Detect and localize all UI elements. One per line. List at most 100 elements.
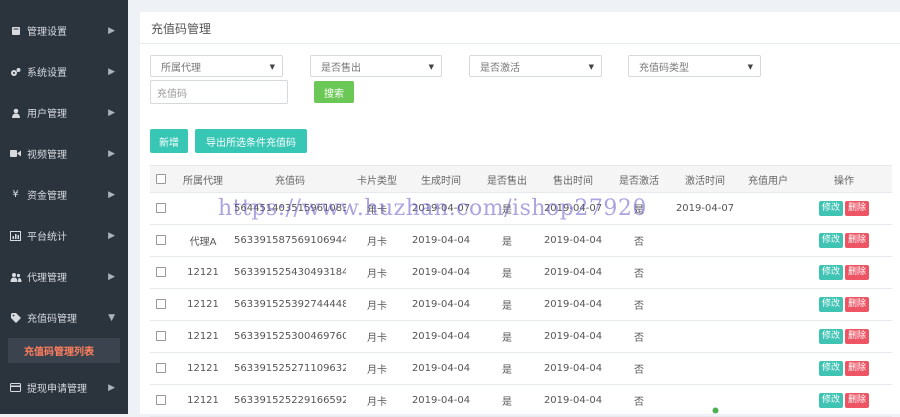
sidebar-item-label: 代理管理 bbox=[27, 273, 67, 284]
sidebar: 管理设置 ▶ 系统设置 ▶ 用户管理 ▶ 视频管理 ▶ ¥ 资金管理 ▶ 平台统… bbox=[0, 0, 128, 414]
cell-activated-time: 2019-04-07 bbox=[675, 203, 735, 214]
delete-button[interactable]: 删除 bbox=[845, 361, 870, 376]
edit-button[interactable]: 修改 bbox=[818, 233, 843, 248]
sold-select[interactable]: 是否售出 ▼ bbox=[310, 55, 442, 77]
sidebar-item-user-management[interactable]: 用户管理 ▶ bbox=[0, 92, 128, 133]
select-all-checkbox[interactable] bbox=[156, 173, 166, 184]
cell-actions: 修改 删除 bbox=[798, 393, 890, 408]
sidebar-item-platform-stats[interactable]: 平台统计 ▶ bbox=[0, 215, 128, 256]
cell-agent: 12121 bbox=[187, 363, 219, 374]
sidebar-item-label: 提现申请管理 bbox=[27, 384, 87, 395]
sidebar-item-label: 资金管理 bbox=[27, 191, 67, 202]
row-checkbox[interactable] bbox=[156, 395, 166, 405]
cell-activated: 否 bbox=[634, 269, 644, 280]
code-type-select-value: 充值码类型 bbox=[639, 62, 689, 74]
sidebar-item-agent-management[interactable]: 代理管理 ▶ bbox=[0, 256, 128, 297]
cell-sold: 是 bbox=[502, 269, 512, 280]
table-row: 12121 563391525271109632 月卡 2019-04-04 是 2019… bbox=[150, 353, 892, 385]
sidebar-subitem-recharge-code-list[interactable]: 充值码管理列表 bbox=[8, 338, 120, 363]
cell-sold: 是 bbox=[502, 237, 512, 248]
cell-agent: 代理A bbox=[189, 237, 217, 248]
cell-actions: 修改 删除 bbox=[798, 329, 890, 344]
row-checkbox[interactable] bbox=[156, 267, 166, 277]
sidebar-item-system-settings[interactable]: 系统设置 ▶ bbox=[0, 51, 128, 92]
cell-code: 563391525300469760 bbox=[234, 331, 346, 342]
edit-button[interactable]: 修改 bbox=[818, 393, 843, 408]
activated-select[interactable]: 是否激活 ▼ bbox=[469, 55, 602, 77]
sidebar-item-fund-management[interactable]: ¥ 资金管理 ▶ bbox=[0, 174, 128, 215]
status-bar bbox=[712, 407, 719, 416]
sidebar-item-withdrawal-management[interactable]: 提现申请管理 ▶ bbox=[0, 367, 128, 408]
edit-button[interactable]: 修改 bbox=[818, 201, 843, 216]
export-button[interactable]: 导出所选条件充值码 bbox=[195, 129, 307, 153]
delete-button[interactable]: 删除 bbox=[845, 329, 870, 344]
cell-sold-time: 2019-04-04 bbox=[543, 267, 603, 278]
cell-activated: 否 bbox=[634, 333, 644, 344]
agent-select[interactable]: 所属代理 ▼ bbox=[150, 55, 283, 77]
cell-sold-time: 2019-04-04 bbox=[543, 299, 603, 310]
delete-button[interactable]: 删除 bbox=[845, 201, 870, 216]
delete-button[interactable]: 删除 bbox=[845, 297, 870, 312]
bar-chart-icon bbox=[9, 230, 22, 242]
cell-sold: 是 bbox=[502, 301, 512, 312]
add-button[interactable]: 新增 bbox=[150, 129, 188, 153]
recharge-code-input[interactable]: 充值码 bbox=[150, 80, 288, 104]
delete-button[interactable]: 删除 bbox=[845, 393, 870, 408]
search-button-label: 搜索 bbox=[324, 88, 344, 100]
sidebar-item-label: 系统设置 bbox=[27, 68, 67, 79]
table-row: 12121 563391525392744448 月卡 2019-04-04 是 2019… bbox=[150, 289, 892, 321]
cell-agent: 12121 bbox=[187, 395, 219, 406]
cell-code: 563391525392744448 bbox=[234, 299, 346, 310]
delete-button[interactable]: 删除 bbox=[845, 233, 870, 248]
cell-actions: 修改 删除 bbox=[798, 233, 890, 248]
main-panel: 充值码管理 所属代理 ▼ 是否售出 ▼ 是否激活 ▼ 充值码类型 ▼ 充值码 搜… bbox=[140, 12, 900, 417]
row-select-cell bbox=[150, 331, 172, 342]
cell-activated: 是 bbox=[634, 205, 644, 216]
cell-activated: 否 bbox=[634, 397, 644, 408]
users-icon bbox=[9, 271, 22, 283]
row-checkbox[interactable] bbox=[156, 299, 166, 309]
row-select-cell bbox=[150, 235, 172, 246]
sidebar-item-label: 管理设置 bbox=[27, 27, 67, 38]
sidebar-item-recharge-code-management[interactable]: 充值码管理 ▼ bbox=[0, 297, 128, 338]
column-header: 生成时间 bbox=[421, 175, 461, 187]
cell-code: 563391525229166592 bbox=[234, 395, 346, 406]
cell-created: 2019-04-07 bbox=[411, 203, 471, 214]
book-icon bbox=[9, 25, 22, 37]
cell-sold: 是 bbox=[502, 365, 512, 376]
sidebar-item-admin-settings[interactable]: 管理设置 ▶ bbox=[0, 10, 128, 51]
column-header: 售出时间 bbox=[553, 175, 593, 187]
edit-button[interactable]: 修改 bbox=[818, 329, 843, 344]
chevron-right-icon: ▶ bbox=[108, 107, 115, 118]
cell-sold-time: 2019-04-04 bbox=[543, 235, 603, 246]
row-select-cell bbox=[150, 299, 172, 310]
cell-activated: 否 bbox=[634, 301, 644, 312]
status-dot-icon bbox=[712, 407, 719, 414]
cell-created: 2019-04-04 bbox=[411, 299, 471, 310]
cell-created: 2019-04-04 bbox=[411, 331, 471, 342]
tag-icon bbox=[9, 312, 22, 324]
activated-select-value: 是否激活 bbox=[480, 62, 520, 74]
cell-actions: 修改 删除 bbox=[798, 201, 890, 216]
column-header: 激活时间 bbox=[685, 175, 725, 187]
delete-button[interactable]: 删除 bbox=[845, 265, 870, 280]
edit-button[interactable]: 修改 bbox=[818, 297, 843, 312]
search-button[interactable]: 搜索 bbox=[314, 81, 354, 103]
chevron-right-icon: ▶ bbox=[108, 189, 115, 200]
edit-button[interactable]: 修改 bbox=[818, 361, 843, 376]
table-header: 所属代理 充值码 卡片类型 生成时间 是否售出 售出时间 是否激活 激活时间 充… bbox=[150, 166, 892, 193]
row-checkbox[interactable] bbox=[156, 235, 166, 245]
column-header: 操作 bbox=[834, 175, 854, 187]
row-checkbox[interactable] bbox=[156, 363, 166, 373]
credit-card-icon bbox=[9, 382, 22, 394]
user-icon bbox=[9, 107, 22, 119]
cell-type: 年卡 bbox=[367, 205, 387, 216]
sidebar-item-video-management[interactable]: 视频管理 ▶ bbox=[0, 133, 128, 174]
row-checkbox[interactable] bbox=[156, 331, 166, 341]
dropdown-arrow-icon: ▼ bbox=[588, 63, 594, 71]
table-row: 12121 563391525229166592 月卡 2019-04-04 是 2019… bbox=[150, 385, 892, 417]
edit-button[interactable]: 修改 bbox=[818, 265, 843, 280]
row-checkbox[interactable] bbox=[156, 203, 166, 213]
code-type-select[interactable]: 充值码类型 ▼ bbox=[628, 55, 761, 77]
cell-agent: 12121 bbox=[187, 267, 219, 278]
